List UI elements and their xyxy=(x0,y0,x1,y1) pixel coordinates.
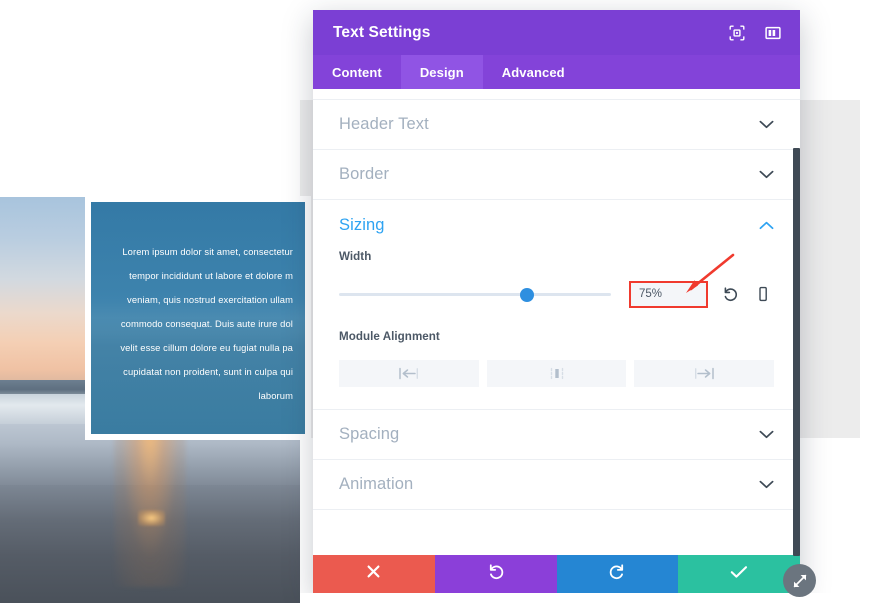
tab-advanced[interactable]: Advanced xyxy=(483,55,584,89)
modal-footer xyxy=(313,555,800,593)
tab-content[interactable]: Content xyxy=(313,55,401,89)
section-label: Header Text xyxy=(339,115,429,133)
section-label: Border xyxy=(339,165,390,183)
module-alignment-group xyxy=(339,360,775,387)
slider-track xyxy=(339,293,611,296)
modal-header-icons xyxy=(728,24,782,42)
layout-columns-icon[interactable] xyxy=(764,24,782,42)
undo-reset-icon[interactable] xyxy=(719,283,741,305)
save-button[interactable] xyxy=(678,555,800,593)
chevron-up-icon xyxy=(759,221,774,230)
chevron-down-icon xyxy=(759,480,774,489)
sizing-panel: Width 75% Module Alignment xyxy=(313,250,800,410)
module-text-line: tempor incididunt ut labore et dolore m xyxy=(129,270,293,281)
modal-header: Text Settings xyxy=(313,10,800,55)
vertical-scrollbar[interactable] xyxy=(793,148,800,556)
module-text-line: cupidatat non proident, sunt in culpa qu… xyxy=(123,366,293,377)
section-label: Sizing xyxy=(339,215,385,234)
width-control-row xyxy=(339,280,774,308)
align-center-icon[interactable] xyxy=(486,360,627,387)
checkmark-icon xyxy=(730,565,748,584)
module-alignment-label: Module Alignment xyxy=(339,330,440,343)
width-value-input[interactable] xyxy=(629,280,708,308)
slider-handle[interactable] xyxy=(519,288,534,302)
undo-icon xyxy=(487,563,505,586)
module-text-line: laborum xyxy=(258,390,293,401)
section-label: Animation xyxy=(339,475,414,493)
align-right-icon[interactable] xyxy=(634,360,775,387)
cancel-button[interactable] xyxy=(313,555,435,593)
screen-root: Lorem ipsum dolor sit amet, consectetur … xyxy=(0,0,880,603)
resize-handle-icon[interactable] xyxy=(783,564,816,597)
tab-design[interactable]: Design xyxy=(400,55,483,89)
section-border[interactable]: Border xyxy=(313,150,800,200)
redo-icon xyxy=(608,563,626,586)
section-header-text[interactable]: Header Text xyxy=(313,100,800,150)
chevron-down-icon xyxy=(759,170,774,179)
modal-title: Text Settings xyxy=(333,23,431,41)
modal-body: Header Text Border Sizing Width 75% Modu… xyxy=(313,89,800,593)
module-text-line: Lorem ipsum dolor sit amet, consectetur xyxy=(122,246,293,257)
text-module-inner: Lorem ipsum dolor sit amet, consectetur … xyxy=(91,202,305,434)
section-sizing[interactable]: Sizing xyxy=(313,200,800,250)
photo-sun-glint xyxy=(138,509,165,526)
width-label: Width xyxy=(339,250,372,263)
modal-tabs: Content Design Advanced xyxy=(313,55,800,89)
undo-button[interactable] xyxy=(434,555,557,593)
close-x-icon xyxy=(366,564,381,584)
module-text-line: velit esse cillum dolore eu fugiat nulla… xyxy=(120,342,293,353)
focus-target-icon[interactable] xyxy=(728,24,746,42)
text-module-content: Lorem ipsum dolor sit amet, consectetur … xyxy=(101,240,293,408)
photo-sun-reflection xyxy=(114,424,186,587)
width-slider[interactable] xyxy=(339,280,611,308)
text-settings-modal: Text Settings Content Design Advanced He… xyxy=(313,10,800,593)
mobile-device-icon[interactable] xyxy=(752,283,774,305)
module-text-line: commodo consequat. Duis aute irure dol xyxy=(120,318,293,329)
section-partial-above xyxy=(313,89,800,100)
section-label: Spacing xyxy=(339,425,400,443)
align-left-icon[interactable] xyxy=(339,360,479,387)
text-module[interactable]: Lorem ipsum dolor sit amet, consectetur … xyxy=(85,196,311,440)
redo-button[interactable] xyxy=(556,555,679,593)
module-text-line: veniam, quis nostrud exercitation ullam xyxy=(127,294,293,305)
section-spacing[interactable]: Spacing xyxy=(313,410,800,460)
section-animation[interactable]: Animation xyxy=(313,460,800,510)
chevron-down-icon xyxy=(759,430,774,439)
chevron-down-icon xyxy=(759,120,774,129)
